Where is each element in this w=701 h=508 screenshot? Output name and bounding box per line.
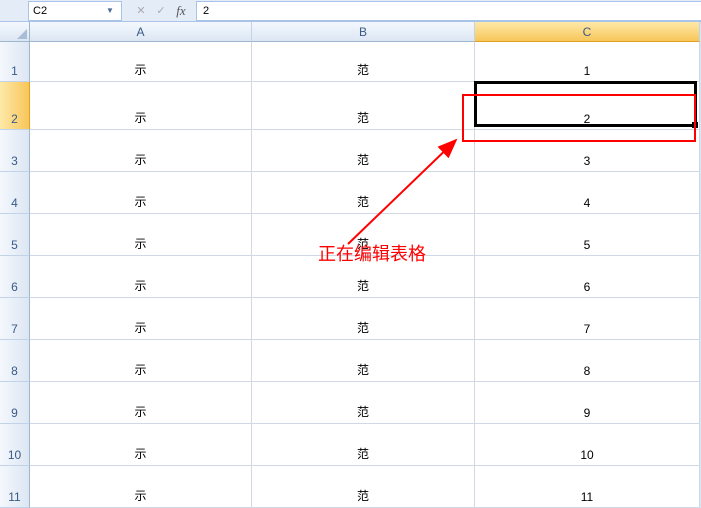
cell[interactable]: 1 bbox=[475, 42, 700, 82]
cell[interactable]: 11 bbox=[475, 466, 700, 508]
name-box-text: C2 bbox=[33, 5, 103, 17]
cell[interactable]: 示 bbox=[30, 214, 252, 256]
row-header[interactable]: 3 bbox=[0, 130, 30, 172]
cell[interactable]: 范 bbox=[252, 298, 475, 340]
cell[interactable]: 示 bbox=[30, 256, 252, 298]
cell[interactable]: 范 bbox=[252, 382, 475, 424]
cell[interactable]: 8 bbox=[475, 340, 700, 382]
col-header-A[interactable]: A bbox=[30, 22, 252, 42]
fx-icon[interactable]: fx bbox=[172, 2, 190, 20]
cell[interactable]: 示 bbox=[30, 466, 252, 508]
cancel-icon[interactable]: ✕ bbox=[132, 2, 150, 20]
formula-value: 2 bbox=[203, 5, 209, 17]
cell[interactable]: 示 bbox=[30, 172, 252, 214]
table-row: 示范10 bbox=[30, 424, 701, 466]
cell[interactable]: 示 bbox=[30, 130, 252, 172]
table-row: 示范4 bbox=[30, 172, 701, 214]
cell[interactable]: 范 bbox=[252, 82, 475, 130]
cell[interactable]: 范 bbox=[252, 466, 475, 508]
row-header[interactable]: 5 bbox=[0, 214, 30, 256]
cell[interactable]: 范 bbox=[252, 130, 475, 172]
cell[interactable]: 示 bbox=[30, 82, 252, 130]
column-headers: ABC bbox=[30, 22, 701, 42]
cell[interactable]: 4 bbox=[475, 172, 700, 214]
table-row: 示范1 bbox=[30, 42, 701, 82]
row-headers: 1234567891011 bbox=[0, 42, 30, 508]
formula-input[interactable]: 2 bbox=[196, 1, 701, 21]
table-row: 示范9 bbox=[30, 382, 701, 424]
confirm-icon[interactable]: ✓ bbox=[152, 2, 170, 20]
row-header[interactable]: 2 bbox=[0, 82, 30, 130]
cell[interactable]: 示 bbox=[30, 424, 252, 466]
table-row: 示范11 bbox=[30, 466, 701, 508]
cell[interactable]: 6 bbox=[475, 256, 700, 298]
row-header[interactable]: 10 bbox=[0, 424, 30, 466]
table-row: 示范8 bbox=[30, 340, 701, 382]
cell[interactable]: 9 bbox=[475, 382, 700, 424]
row-header[interactable]: 1 bbox=[0, 42, 30, 82]
row-header[interactable]: 4 bbox=[0, 172, 30, 214]
row-header[interactable]: 11 bbox=[0, 466, 30, 508]
table-row: 示范5 bbox=[30, 214, 701, 256]
cell[interactable]: 10 bbox=[475, 424, 700, 466]
formula-bar-buttons: ✕ ✓ fx bbox=[126, 2, 196, 20]
cell[interactable]: 范 bbox=[252, 172, 475, 214]
cell[interactable]: 范 bbox=[252, 340, 475, 382]
row-header[interactable]: 6 bbox=[0, 256, 30, 298]
cell[interactable]: 示 bbox=[30, 298, 252, 340]
cell[interactable]: 7 bbox=[475, 298, 700, 340]
cell[interactable]: 示 bbox=[30, 340, 252, 382]
row-header[interactable]: 9 bbox=[0, 382, 30, 424]
row-header[interactable]: 8 bbox=[0, 340, 30, 382]
formula-bar: C2 ▼ ✕ ✓ fx 2 bbox=[0, 0, 701, 22]
table-row: 示范6 bbox=[30, 256, 701, 298]
chevron-down-icon[interactable]: ▼ bbox=[103, 3, 117, 19]
table-row: 示范2 bbox=[30, 82, 701, 130]
col-header-B[interactable]: B bbox=[252, 22, 475, 42]
cell[interactable]: 范 bbox=[252, 42, 475, 82]
cell[interactable]: 范 bbox=[252, 256, 475, 298]
cell[interactable]: 5 bbox=[475, 214, 700, 256]
cell[interactable]: 范 bbox=[252, 424, 475, 466]
cell[interactable]: 示 bbox=[30, 42, 252, 82]
cells-area[interactable]: 示范1示范2示范3示范4示范5示范6示范7示范8示范9示范10示范11 bbox=[30, 42, 701, 508]
table-row: 示范7 bbox=[30, 298, 701, 340]
cell[interactable]: 3 bbox=[475, 130, 700, 172]
name-box[interactable]: C2 ▼ bbox=[28, 1, 122, 21]
cell[interactable]: 示 bbox=[30, 382, 252, 424]
col-header-C[interactable]: C bbox=[475, 22, 700, 42]
cell[interactable]: 范 bbox=[252, 214, 475, 256]
cell[interactable]: 2 bbox=[475, 82, 700, 130]
table-row: 示范3 bbox=[30, 130, 701, 172]
row-header[interactable]: 7 bbox=[0, 298, 30, 340]
select-all-corner[interactable] bbox=[0, 22, 30, 42]
